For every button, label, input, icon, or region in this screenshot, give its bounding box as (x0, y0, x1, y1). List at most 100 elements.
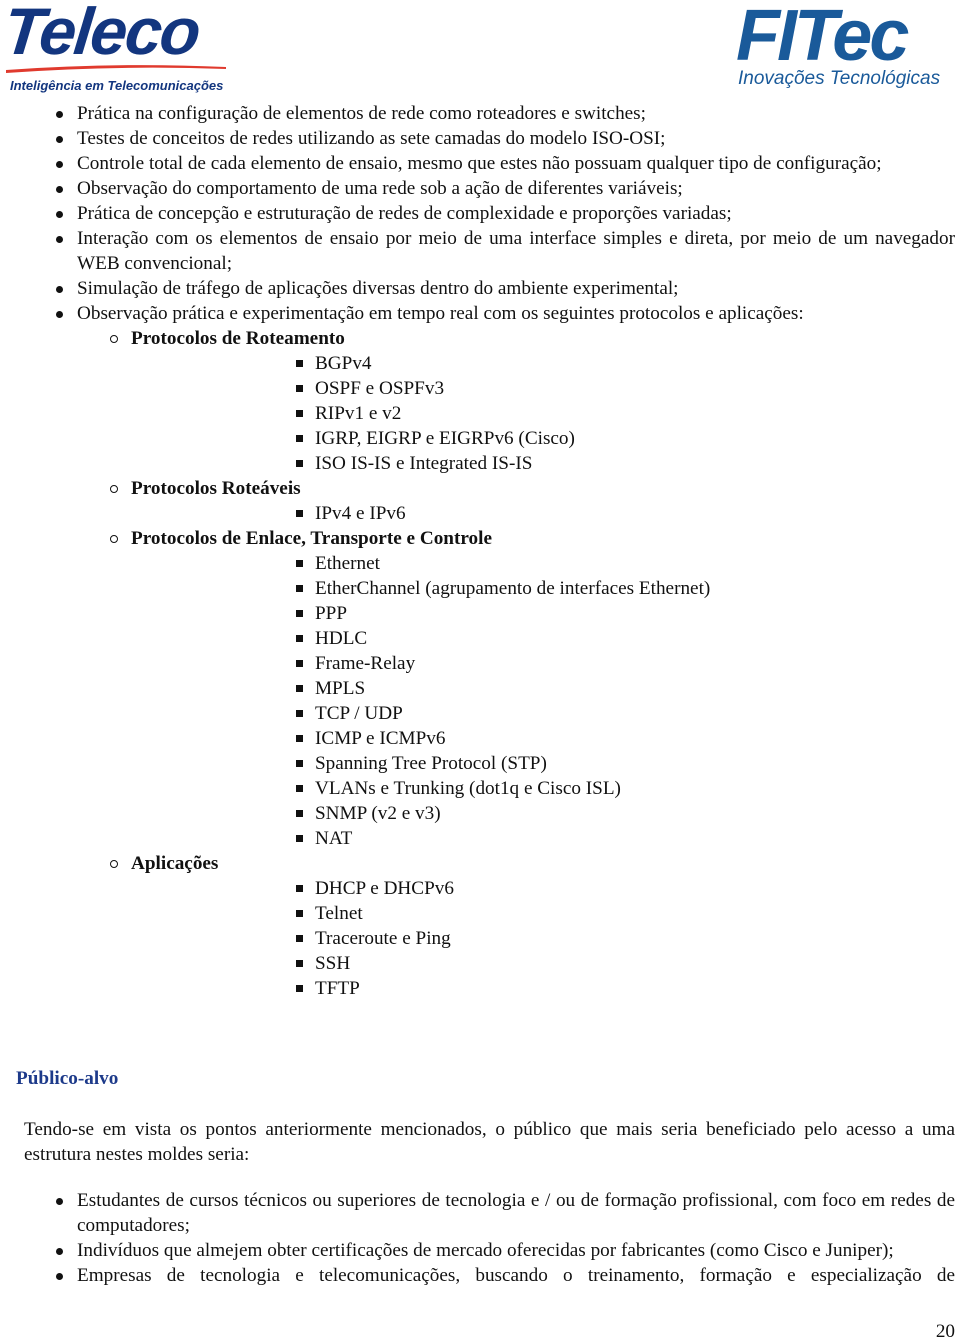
bullet-disc-icon (56, 136, 63, 143)
teleco-logo-wordmark: Teleco (0, 0, 203, 68)
bullet-disc-icon (56, 236, 63, 243)
protocol-group-title: Aplicações (131, 853, 219, 874)
audience-intro-paragraph: Tendo-se em vista os pontos anteriorment… (24, 1119, 955, 1165)
bullet-disc-icon (56, 286, 63, 293)
bullet-square-icon (296, 385, 303, 392)
bullet-disc-icon (56, 211, 63, 218)
bullet-circle-icon (110, 485, 118, 493)
bullet-square-icon (296, 810, 303, 817)
protocol-item: OSPF e OSPFv3 (131, 376, 960, 401)
bullet-square-icon (296, 785, 303, 792)
audience-section: Estudantes de cursos técnicos ou superio… (0, 1188, 960, 1288)
protocol-item: Spanning Tree Protocol (STP) (131, 751, 960, 776)
bullet-square-icon (296, 935, 303, 942)
protocol-group-routable: Protocolos Roteáveis IPv4 e IPv6 (0, 476, 960, 526)
bullet-square-icon (296, 710, 303, 717)
teleco-logo-tagline: Inteligência em Telecomunicações (10, 78, 224, 93)
protocol-groups-list: Protocolos de Roteamento BGPv4 OSPF e OS… (0, 326, 960, 1001)
protocol-item: EtherChannel (agrupamento de interfaces … (131, 576, 960, 601)
bullet-square-icon (296, 610, 303, 617)
protocol-item: RIPv1 e v2 (131, 401, 960, 426)
protocol-item: Telnet (131, 901, 960, 926)
protocol-items-list: Ethernet EtherChannel (agrupamento de in… (131, 551, 960, 851)
bullet-square-icon (296, 960, 303, 967)
bullet-circle-icon (110, 535, 118, 543)
section-heading-publico-alvo: Público-alvo (16, 1068, 119, 1089)
bullet-circle-icon (110, 335, 118, 343)
bullet-square-icon (296, 685, 303, 692)
protocol-item: TFTP (131, 976, 960, 1001)
protocol-item: Frame-Relay (131, 651, 960, 676)
protocol-item: SSH (131, 951, 960, 976)
protocol-items-list: DHCP e DHCPv6 Telnet Traceroute e Ping S… (131, 876, 960, 1001)
protocol-item: PPP (131, 601, 960, 626)
bullet-square-icon (296, 885, 303, 892)
audience-list: Estudantes de cursos técnicos ou superio… (0, 1188, 960, 1288)
benefit-item: Controle total de cada elemento de ensai… (0, 151, 960, 176)
protocol-item: SNMP (v2 e v3) (131, 801, 960, 826)
bullet-square-icon (296, 835, 303, 842)
audience-item: Estudantes de cursos técnicos ou superio… (0, 1188, 960, 1238)
protocol-item: TCP / UDP (131, 701, 960, 726)
bullet-square-icon (296, 560, 303, 567)
bullet-square-icon (296, 585, 303, 592)
protocol-item: VLANs e Trunking (dot1q e Cisco ISL) (131, 776, 960, 801)
protocol-group-title: Protocolos Roteáveis (131, 478, 301, 499)
bullet-disc-icon (56, 1248, 63, 1255)
bullet-square-icon (296, 635, 303, 642)
bullet-disc-icon (56, 111, 63, 118)
bullet-square-icon (296, 760, 303, 767)
benefits-section: Prática na configuração de elementos de … (0, 101, 960, 1001)
bullet-disc-icon (56, 161, 63, 168)
protocol-item: Ethernet (131, 551, 960, 576)
protocol-group-applications: Aplicações DHCP e DHCPv6 Telnet Tracerou… (0, 851, 960, 1001)
bullet-square-icon (296, 735, 303, 742)
bullet-disc-icon (56, 311, 63, 318)
benefit-item: Observação do comportamento de uma rede … (0, 176, 960, 201)
protocol-items-list: IPv4 e IPv6 (131, 501, 960, 526)
protocol-item: ICMP e ICMPv6 (131, 726, 960, 751)
audience-item: Empresas de tecnologia e telecomunicaçõe… (0, 1263, 960, 1288)
bullet-square-icon (296, 660, 303, 667)
benefit-item: Interação com os elementos de ensaio por… (0, 226, 960, 276)
protocol-group-title: Protocolos de Enlace, Transporte e Contr… (131, 528, 492, 549)
protocol-item: IPv4 e IPv6 (131, 501, 960, 526)
benefit-item: Testes de conceitos de redes utilizando … (0, 126, 960, 151)
bullet-square-icon (296, 510, 303, 517)
protocol-item: MPLS (131, 676, 960, 701)
bullet-circle-icon (110, 860, 118, 868)
teleco-swoosh-icon (6, 65, 226, 73)
bullet-disc-icon (56, 1273, 63, 1280)
protocol-item: NAT (131, 826, 960, 851)
protocol-item: IGRP, EIGRP e EIGRPv6 (Cisco) (131, 426, 960, 451)
teleco-logo: Teleco Inteligência em Telecomunicações (0, 0, 226, 96)
protocol-group-routing: Protocolos de Roteamento BGPv4 OSPF e OS… (0, 326, 960, 476)
benefit-item: Observação prática e experimentação em t… (0, 301, 960, 326)
bullet-square-icon (296, 435, 303, 442)
fitec-logo-tagline: Inovações Tecnológicas (738, 68, 941, 89)
bullet-square-icon (296, 360, 303, 367)
benefits-list: Prática na configuração de elementos de … (0, 101, 960, 326)
bullet-square-icon (296, 985, 303, 992)
page-number: 20 (935, 1321, 955, 1342)
benefit-item: Simulação de tráfego de aplicações diver… (0, 276, 960, 301)
protocol-item: Traceroute e Ping (131, 926, 960, 951)
page-header: Teleco Inteligência em Telecomunicações … (0, 0, 960, 98)
protocol-item: HDLC (131, 626, 960, 651)
protocol-group-title: Protocolos de Roteamento (131, 328, 345, 349)
bullet-disc-icon (56, 186, 63, 193)
fitec-logo-wordmark: FITec (736, 0, 909, 76)
bullet-square-icon (296, 410, 303, 417)
bullet-square-icon (296, 910, 303, 917)
bullet-disc-icon (56, 1198, 63, 1205)
protocol-items-list: BGPv4 OSPF e OSPFv3 RIPv1 e v2 IGRP, EIG… (131, 351, 960, 476)
protocol-item: BGPv4 (131, 351, 960, 376)
bullet-square-icon (296, 460, 303, 467)
audience-item: Indivíduos que almejem obter certificaçõ… (0, 1238, 960, 1263)
protocol-item: ISO IS-IS e Integrated IS-IS (131, 451, 960, 476)
protocol-item: DHCP e DHCPv6 (131, 876, 960, 901)
protocol-group-link-transport-control: Protocolos de Enlace, Transporte e Contr… (0, 526, 960, 851)
benefit-item: Prática na configuração de elementos de … (0, 101, 960, 126)
benefit-item: Prática de concepção e estruturação de r… (0, 201, 960, 226)
fitec-logo: FITec Inovações Tecnológicas (736, 0, 960, 94)
